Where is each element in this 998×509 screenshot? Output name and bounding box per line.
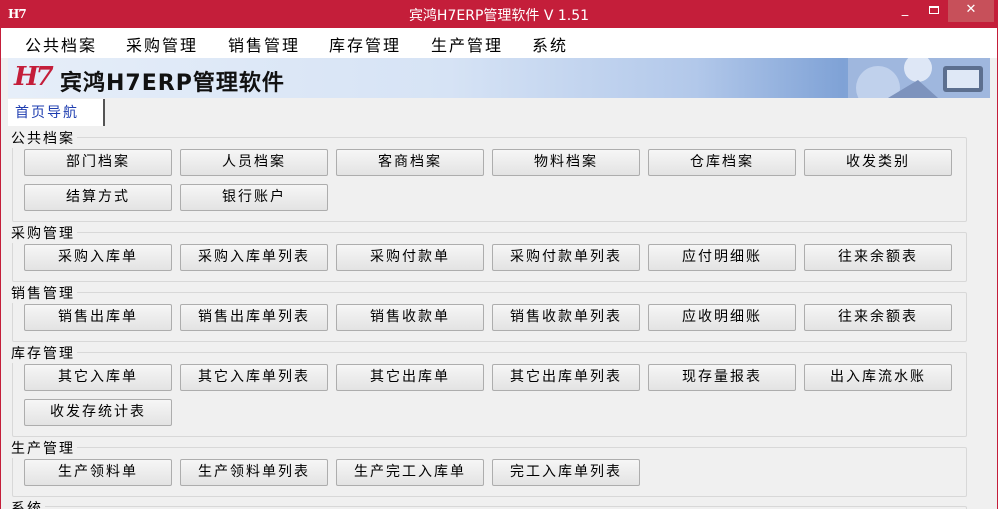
stock-flow-ledger-button[interactable]: 出入库流水账 — [804, 364, 952, 391]
sales-delivery-list-button[interactable]: 销售出库单列表 — [180, 304, 328, 331]
banner-decoration-icon — [848, 58, 990, 98]
other-receipt-button[interactable]: 其它入库单 — [24, 364, 172, 391]
material-requisition-list-button[interactable]: 生产领料单列表 — [180, 459, 328, 486]
staff-archive-button[interactable]: 人员档案 — [180, 149, 328, 176]
maximize-button[interactable] — [920, 0, 948, 22]
completion-receipt-button[interactable]: 生产完工入库单 — [336, 459, 484, 486]
menu-purchase[interactable]: 采购管理 — [126, 32, 198, 56]
group-title: 采购管理 — [9, 223, 77, 243]
window-title: 宾鸿H7ERP管理软件 V 1.51 — [408, 8, 590, 24]
receivable-ledger-button[interactable]: 应收明细账 — [648, 304, 796, 331]
menu-production[interactable]: 生产管理 — [431, 32, 503, 56]
group-title: 库存管理 — [9, 343, 77, 363]
banner-title: 宾鸿H7ERP管理软件 — [60, 71, 285, 96]
close-button[interactable]: ✕ — [948, 0, 994, 22]
sales-delivery-button[interactable]: 销售出库单 — [24, 304, 172, 331]
purchase-receipt-button[interactable]: 采购入库单 — [24, 244, 172, 271]
completion-receipt-list-button[interactable]: 完工入库单列表 — [492, 459, 640, 486]
menu-inventory[interactable]: 库存管理 — [329, 32, 401, 56]
window-border-left — [0, 0, 1, 509]
app-banner: H7 宾鸿H7ERP管理软件 — [8, 58, 990, 98]
dept-archive-button[interactable]: 部门档案 — [24, 149, 172, 176]
material-archive-button[interactable]: 物料档案 — [492, 149, 640, 176]
menu-system[interactable]: 系统 — [532, 32, 568, 56]
menu-bar: 公共档案 采购管理 销售管理 库存管理 生产管理 系统 — [0, 28, 998, 58]
other-receipt-list-button[interactable]: 其它入库单列表 — [180, 364, 328, 391]
bank-account-button[interactable]: 银行账户 — [180, 184, 328, 211]
purchase-payment-button[interactable]: 采购付款单 — [336, 244, 484, 271]
other-delivery-list-button[interactable]: 其它出库单列表 — [492, 364, 640, 391]
tab-strip: 首页导航 — [8, 98, 990, 126]
other-delivery-button[interactable]: 其它出库单 — [336, 364, 484, 391]
maximize-icon — [929, 5, 939, 14]
group-title: 系统 — [9, 498, 45, 509]
menu-public-archive[interactable]: 公共档案 — [25, 32, 97, 56]
balance-report-button[interactable]: 往来余额表 — [804, 244, 952, 271]
sales-receipt-button[interactable]: 销售收款单 — [336, 304, 484, 331]
customer-archive-button[interactable]: 客商档案 — [336, 149, 484, 176]
io-stock-summary-button[interactable]: 收发存统计表 — [24, 399, 172, 426]
title-bar: H7 宾鸿H7ERP管理软件 V 1.51 _ ✕ — [0, 0, 998, 28]
purchase-receipt-list-button[interactable]: 采购入库单列表 — [180, 244, 328, 271]
tab-home-navigation[interactable]: 首页导航 — [8, 99, 105, 126]
group-title: 销售管理 — [9, 283, 77, 303]
group-title: 公共档案 — [9, 128, 77, 148]
material-requisition-button[interactable]: 生产领料单 — [24, 459, 172, 486]
sales-receipt-list-button[interactable]: 销售收款单列表 — [492, 304, 640, 331]
warehouse-archive-button[interactable]: 仓库档案 — [648, 149, 796, 176]
minimize-button[interactable]: _ — [890, 0, 920, 22]
payable-ledger-button[interactable]: 应付明细账 — [648, 244, 796, 271]
purchase-payment-list-button[interactable]: 采购付款单列表 — [492, 244, 640, 271]
io-category-button[interactable]: 收发类别 — [804, 149, 952, 176]
balance-report-button[interactable]: 往来余额表 — [804, 304, 952, 331]
stock-report-button[interactable]: 现存量报表 — [648, 364, 796, 391]
banner-logo: H7 — [14, 62, 54, 92]
settlement-method-button[interactable]: 结算方式 — [24, 184, 172, 211]
group-title: 生产管理 — [9, 438, 77, 458]
menu-sales[interactable]: 销售管理 — [228, 32, 300, 56]
